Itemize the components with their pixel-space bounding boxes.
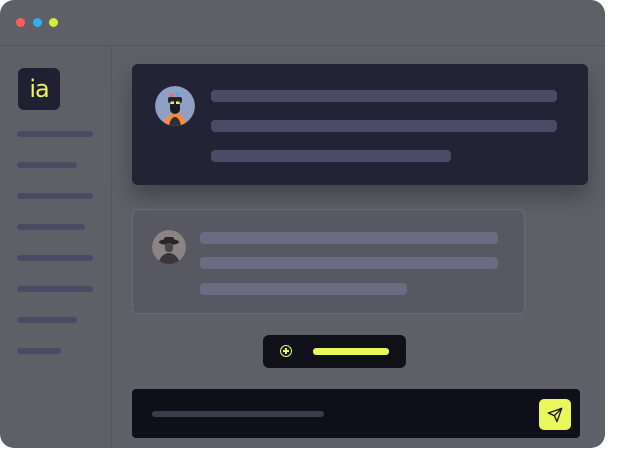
app-window: ia [0,0,605,448]
message-composer[interactable] [132,389,580,438]
message-line [211,150,451,162]
message-line [211,120,557,132]
message-line [200,283,407,295]
message-card-secondary [132,209,525,314]
sidebar-item-6[interactable] [17,286,93,292]
sidebar-item-7[interactable] [17,317,77,323]
message-input[interactable] [152,411,324,417]
sidebar: ia [0,46,112,448]
user-avatar-icon [152,230,186,264]
sidebar-item-8[interactable] [17,348,61,354]
sidebar-item-1[interactable] [17,131,93,137]
logo-text: ia [29,75,49,103]
message-line [200,257,498,269]
message-card-primary [132,64,588,185]
message-line [200,232,498,244]
title-bar [0,0,605,46]
paper-plane-icon [547,407,563,422]
app-logo[interactable]: ia [18,68,60,110]
sidebar-item-4[interactable] [17,224,85,230]
maximize-window-dot[interactable] [49,18,58,27]
message-line [211,90,557,102]
minimize-window-dot[interactable] [33,18,42,27]
close-window-dot[interactable] [16,18,25,27]
add-button-label [313,348,389,355]
sidebar-item-5[interactable] [17,255,93,261]
send-button[interactable] [539,399,571,430]
plus-circle-icon [280,345,292,357]
user-avatar-icon [155,86,195,126]
sidebar-item-3[interactable] [17,193,93,199]
sidebar-item-2[interactable] [17,162,77,168]
add-button[interactable] [263,335,406,368]
